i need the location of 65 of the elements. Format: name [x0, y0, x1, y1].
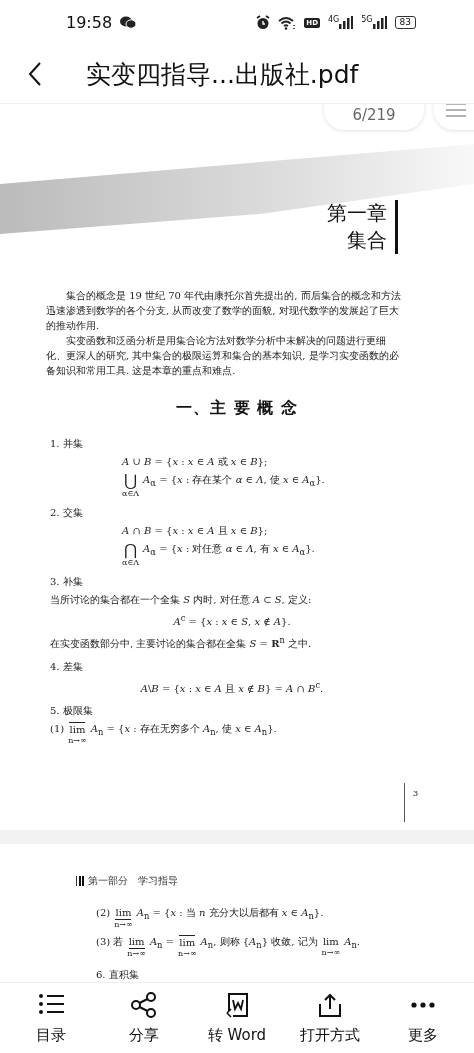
body-text: A$_{n}$.: [344, 935, 360, 952]
item-heading: 4. 差集: [50, 659, 83, 674]
formula: A$^{c}$ = {x : x ∈ S, x ∉ A}.: [173, 612, 291, 630]
body-text: (3) 若: [96, 935, 124, 949]
math-operator: lim: [69, 722, 86, 736]
document-title: 实变四指导...出版社.pdf: [86, 58, 359, 91]
wifi-icon: [278, 15, 297, 30]
item-heading: 1. 并集: [50, 437, 83, 451]
menu-icon: [446, 104, 466, 117]
body-text: A$_{n}$ = {x : 当 n 充分大以后都有 x ∈ A$_{n}$}.: [136, 906, 324, 923]
paragraph: 集合的概念是 19 世纪 70 年代由康托尔首先提出的, 而后集合的概念和方法迅速渗透到数学的各个分支, 从而改变了数学的面貌, 对现代数学的发展起了巨大的推动作用.: [46, 289, 402, 333]
math-operator: lim: [115, 906, 132, 920]
chapter-title: 集合: [346, 227, 387, 254]
formula: A ∩ B = {x : x ∈ A 且 x ∈ B};: [122, 524, 268, 538]
body-text: (1): [50, 722, 65, 736]
formula: A\B = {x : x ∈ A 且 x ∉ B} = A ∩ B$^{c}$.: [140, 678, 324, 696]
item-heading: 2. 交集: [50, 506, 83, 520]
math-operator: lim: [128, 935, 145, 949]
clock-time: 19:58: [66, 13, 113, 32]
operator-subscript: α∈Λ: [122, 558, 140, 567]
body-text: (2): [96, 906, 111, 920]
page-number: 3: [403, 783, 418, 822]
network-label: 5G: [361, 16, 373, 24]
math-operator: lim: [322, 935, 339, 948]
running-header: 第一部分 学习指导: [88, 874, 178, 888]
paragraph: 实变函数和泛函分析是用集合论方法对数学分析中未解决的问题进行更细化、更深人的研究, 其中集合的极限运算和集合的基本知识, 是学习实变函数的必备知识和常用工具. 这是本章的重点和难点.: [46, 334, 400, 378]
network-label: 4G: [327, 16, 340, 24]
operator-subscript: n→∞: [321, 948, 341, 957]
chapter-number: 第一章: [327, 200, 387, 227]
item-heading: 6. 直积集: [96, 968, 139, 982]
math-operator: lim: [179, 935, 196, 949]
alarm-clock-icon: [256, 15, 271, 30]
body-text: A$_{n}$ = {x : 存在无穷多个 A$_{n}$, 使 x ∈ A$_{n}$}.: [90, 722, 277, 739]
item-heading: 3. 补集: [50, 575, 83, 589]
math-operator: ⋂: [124, 542, 138, 558]
toolbar-button[interactable]: 更多: [379, 991, 468, 1045]
item-heading: 5. 极限集: [50, 704, 93, 718]
signal-bars-icon: [339, 16, 354, 29]
formula: A$_{α}$ = {x : 对任意 α ∈ Λ, 有 x ∈ A$_{α}$}.: [143, 542, 315, 559]
more-icon: [410, 1001, 437, 1008]
operator-subscript: n→∞: [68, 736, 87, 745]
chat-bubbles-icon: [120, 16, 137, 29]
toolbar-button[interactable]: 打开方式: [286, 991, 375, 1045]
toolbar-button[interactable]: 分享: [99, 991, 188, 1045]
upload-icon: [317, 991, 344, 1018]
toolbar-button[interactable]: 转 Word: [192, 991, 281, 1045]
word-document-icon: [223, 991, 250, 1018]
operator-subscript: n→∞: [178, 949, 197, 958]
share-icon: [130, 991, 157, 1018]
math-operator: ⋃: [124, 473, 138, 489]
signal-bars-icon: [372, 16, 387, 29]
body-text: 在实变函数部分中, 主要讨论的集合都在全集 S = R$^{n}$ 之中.: [50, 634, 312, 652]
operator-subscript: α∈Λ: [122, 489, 140, 498]
operator-subscript: n→∞: [127, 949, 146, 958]
bar-mark-icon: [76, 876, 84, 886]
body-text: A$_{n}$ =: [149, 935, 175, 952]
battery-indicator: 83: [394, 16, 416, 29]
operator-subscript: n→∞: [114, 920, 133, 929]
body-text: A$_{n}$, 则称 {A$_{n}$} 收敛, 记为: [200, 935, 318, 952]
body-text: 当所讨论的集合都在一个全集 S 内时, 对任意 A ⊂ S, 定义:: [50, 593, 312, 607]
page-indicator[interactable]: 6/219: [324, 104, 424, 130]
section-heading: 一、主 要 概 念: [175, 398, 299, 419]
toolbar-button[interactable]: 目录: [6, 991, 95, 1045]
formula: A ∪ B = {x : x ∈ A 或 x ∈ B};: [122, 455, 268, 469]
formula: A$_{α}$ = {x : 存在某个 α ∈ Λ, 使 x ∈ A$_{α}$}.: [143, 473, 325, 490]
